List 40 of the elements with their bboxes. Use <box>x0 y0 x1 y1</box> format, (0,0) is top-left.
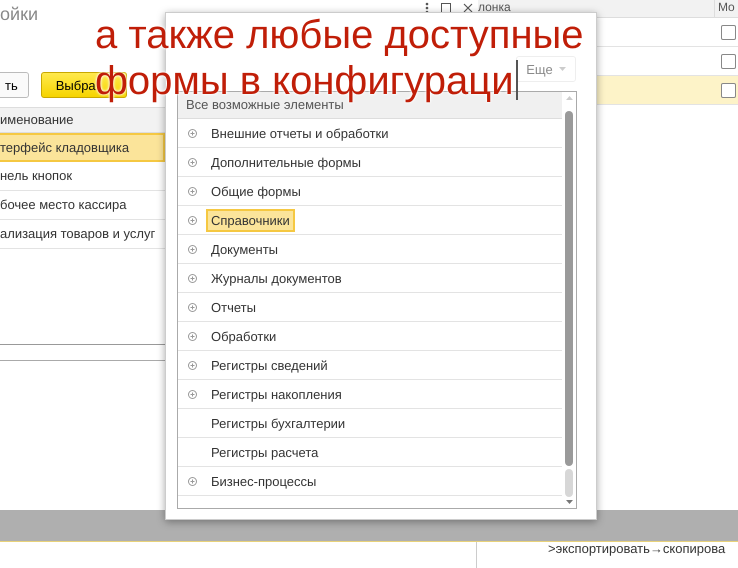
column-header: именование <box>0 107 165 133</box>
checkbox[interactable] <box>721 54 736 68</box>
expand-icon[interactable] <box>188 186 197 196</box>
more-icon[interactable] <box>425 2 429 14</box>
list-item[interactable]: Общие формы <box>206 180 306 202</box>
column-header: Mo <box>717 0 735 16</box>
checkbox[interactable] <box>721 82 736 98</box>
list-item[interactable]: Внешние отчеты и обработки <box>206 122 394 144</box>
code-text: >экспортировать→скопирова <box>548 541 726 556</box>
expand-icon[interactable] <box>188 128 197 138</box>
list-item[interactable]: Справочники <box>206 208 295 232</box>
list-item[interactable]: Регистры расчета <box>206 440 324 464</box>
list-item[interactable]: Отчеты <box>206 296 261 318</box>
expand-icon[interactable] <box>188 302 197 312</box>
list-item[interactable]: Регистры бухгалтерии <box>206 412 350 434</box>
list-item[interactable]: Регистры накопления <box>206 382 347 406</box>
table-row[interactable]: терфейс кладовщика <box>0 133 165 162</box>
list-item[interactable]: Дополнительные формы <box>206 150 366 174</box>
expand-icon[interactable] <box>188 274 197 282</box>
scroll-up-icon[interactable] <box>566 96 572 100</box>
list-item[interactable]: Бизнес-процессы <box>206 470 322 492</box>
expand-icon[interactable] <box>188 332 197 340</box>
list-item[interactable]: Регистры сведений <box>206 354 333 376</box>
caret-icon <box>558 67 566 71</box>
list-item[interactable]: Документы <box>206 238 284 260</box>
window-title: ойки <box>0 3 39 26</box>
scroll-down-icon[interactable] <box>566 500 572 504</box>
close-icon[interactable] <box>463 3 473 13</box>
scroll-track[interactable] <box>565 469 573 497</box>
list-item[interactable]: Журналы документов <box>206 266 347 290</box>
expand-icon[interactable] <box>188 158 197 166</box>
action-button[interactable]: ть <box>0 72 29 98</box>
list-item[interactable]: Обработки <box>206 324 282 348</box>
expand-icon[interactable] <box>188 360 197 370</box>
expand-icon[interactable] <box>188 476 197 486</box>
expand-icon[interactable] <box>188 216 197 224</box>
expand-icon[interactable] <box>188 390 197 398</box>
scroll-thumb[interactable] <box>565 111 573 466</box>
expand-icon[interactable] <box>188 244 197 254</box>
checkbox[interactable] <box>721 24 736 40</box>
